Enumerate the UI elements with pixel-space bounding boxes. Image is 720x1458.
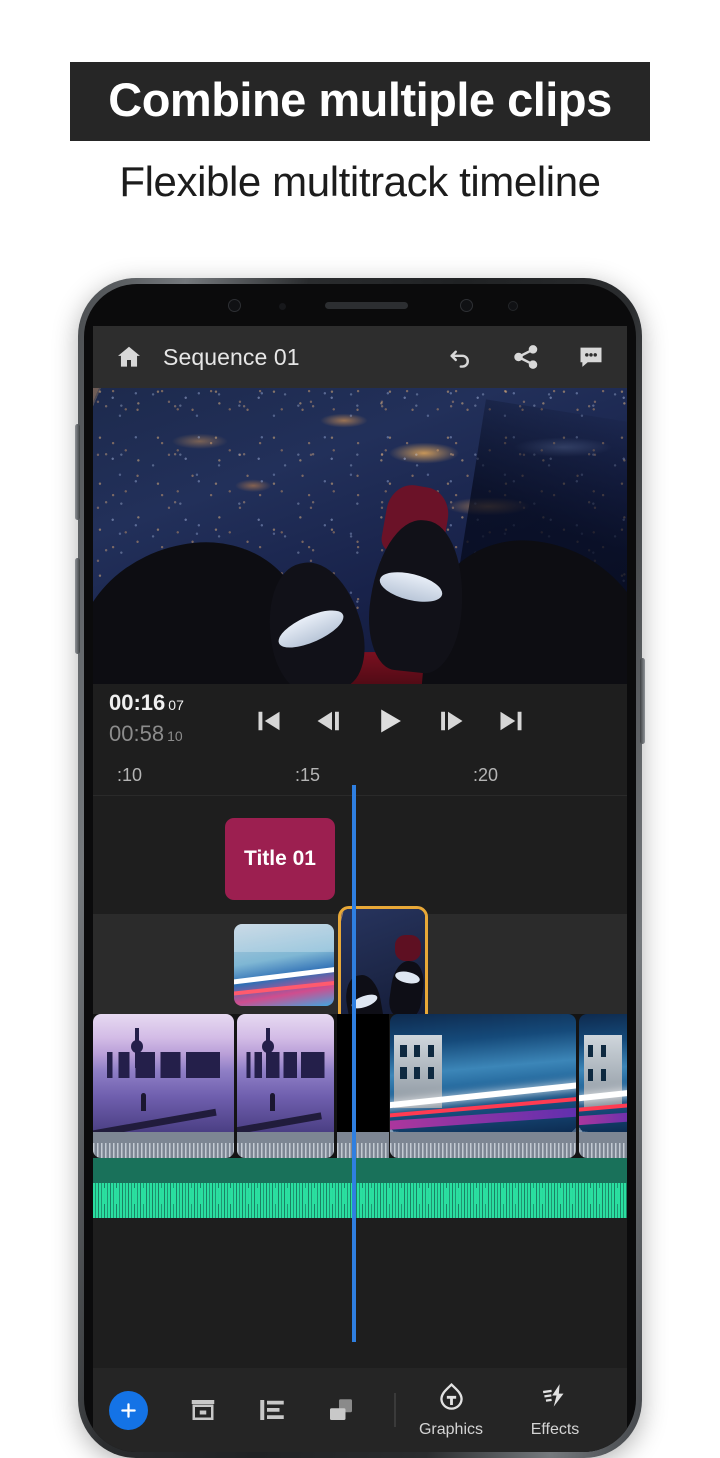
volume-up-button[interactable] [75,424,80,520]
timeline-ruler[interactable]: :10 :15 :20 [93,758,627,796]
app-bar: Sequence 01 [93,326,627,388]
phone-top-hardware [84,284,636,326]
timeline-tracks[interactable]: Title 01 [93,796,627,1342]
clip-audio-waveform [579,1132,627,1158]
ruler-tick: :20 [473,765,499,785]
bottom-toolbar: Graphics Effects [93,1368,627,1452]
clip-thumbnail [237,1014,334,1135]
v2-clip-architecture[interactable] [234,924,334,1006]
track-video-1 [93,1014,627,1158]
volume-down-button[interactable] [75,558,80,654]
v1-clip-skyline-b[interactable] [237,1014,334,1158]
audio-clip[interactable] [93,1158,627,1218]
track-video-2 [93,906,627,1026]
add-media-button[interactable] [109,1390,148,1430]
ruler-tick: :15 [295,765,321,785]
audio-waveform-peaks [93,1187,627,1204]
v1-clip-crystal-a[interactable] [390,1014,576,1158]
v1-clip-black[interactable] [337,1014,389,1158]
phone-bezel: Sequence 01 00:16 07 00:58 10:10:15:2… [84,284,636,1452]
clip-thumbnail [337,1014,389,1132]
effects-icon [540,1381,571,1417]
title-clip[interactable]: Title 01 [225,818,335,900]
sensor-icon [279,303,286,310]
tool-align-icon[interactable] [250,1395,293,1425]
track-title: Title 01 [93,818,627,900]
proximity-sensor-icon [508,301,518,311]
current-timecode: 00:16 07 [109,690,184,715]
front-camera-icon [228,299,241,312]
phone-device-frame: Sequence 01 00:16 07 00:58 10:10:15:2… [75,278,645,1458]
app-screen: Sequence 01 00:16 07 00:58 10:10:15:2… [93,326,627,1452]
v1-clip-skyline-a[interactable] [93,1014,234,1158]
transport-bar: 00:16 07 00:58 10 [93,684,627,758]
playhead[interactable] [352,796,356,1342]
graphics-icon [436,1381,467,1417]
panel-graphics-button[interactable]: Graphics [414,1381,488,1439]
app-bar-actions [447,343,605,371]
promo-headline: Combine multiple clips [70,62,650,141]
toolbar-divider [394,1393,396,1427]
track-audio-1 [93,1158,627,1218]
undo-icon[interactable] [447,343,475,371]
promo-header: Combine multiple clips Flexible multitra… [0,0,720,205]
transport-buttons [194,705,526,737]
promo-subheadline: Flexible multitrack timeline [119,158,601,205]
toolbar-panels: Graphics Effects [414,1381,627,1439]
clip-thumbnail [579,1014,627,1132]
panel-color-button[interactable]: Color [622,1381,627,1439]
panel-graphics-label: Graphics [418,1421,484,1438]
tool-crop-icon[interactable] [181,1395,224,1425]
skip-to-start-button[interactable] [254,706,284,736]
step-forward-button[interactable] [436,706,466,736]
toolbar-tools [93,1390,408,1430]
tool-pip-icon[interactable] [319,1395,362,1425]
clip-audio-waveform [390,1132,576,1158]
step-back-button[interactable] [314,706,344,736]
skip-to-end-button[interactable] [496,706,526,736]
ruler-tick: :10 [117,765,143,785]
panel-effects-button[interactable]: Effects [518,1381,592,1439]
iris-scanner-icon [460,299,473,312]
play-button[interactable] [374,705,406,737]
timecode-display: 00:16 07 00:58 10 [109,692,184,745]
playhead-handle[interactable] [352,785,356,796]
home-icon[interactable] [115,343,143,371]
title-clip-label: Title 01 [244,847,316,870]
earpiece-speaker [325,302,408,309]
clip-audio-waveform [93,1132,234,1158]
program-monitor[interactable] [93,388,627,684]
power-button[interactable] [640,658,645,744]
clip-audio-waveform [337,1132,389,1158]
comment-icon[interactable] [577,343,605,371]
panel-effects-label: Effects [530,1421,580,1438]
clip-detail-sock [395,935,421,961]
clip-thumbnail [93,1014,234,1139]
duration-timecode: 00:58 10 [109,721,183,746]
sequence-title: Sequence 01 [163,343,300,370]
share-icon[interactable] [512,343,540,371]
clip-thumbnail [390,1014,576,1132]
clip-audio-waveform [237,1132,334,1158]
v1-clip-crystal-b[interactable] [579,1014,627,1158]
